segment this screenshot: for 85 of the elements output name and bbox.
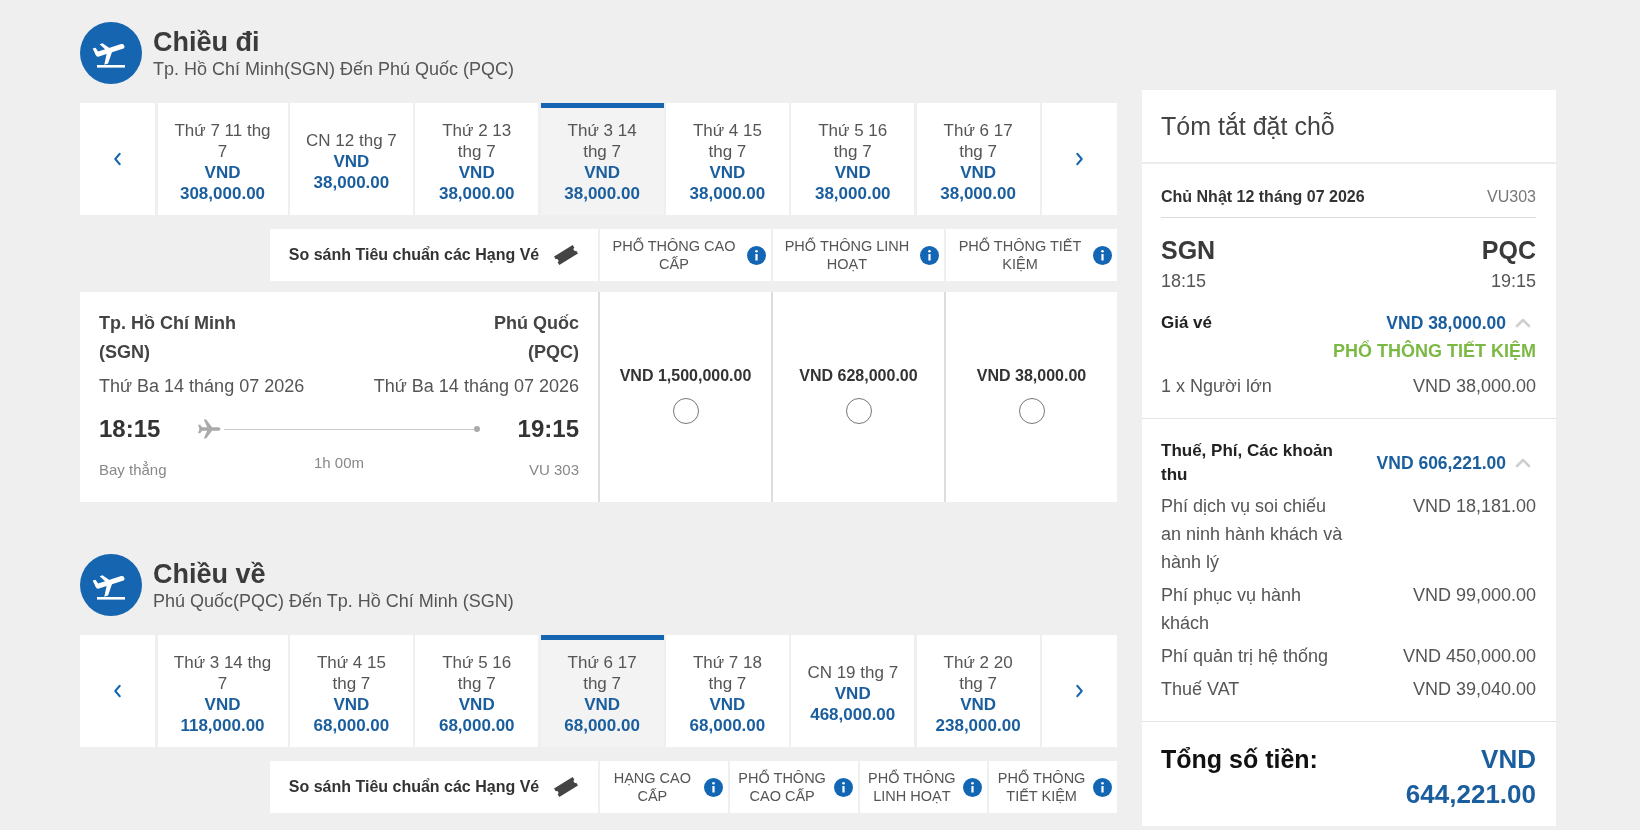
fare-class-label: PHỔ THÔNG LINH HOẠT: [867, 769, 957, 805]
date-tab[interactable]: Thứ 7 11 thg 7 VND 308,000.00: [157, 103, 288, 215]
departure-time: 18:15: [1161, 270, 1207, 292]
info-icon[interactable]: [1093, 777, 1112, 797]
airplane-icon: [197, 419, 222, 439]
destination-city: Phú Quốc: [494, 312, 579, 335]
radio-button[interactable]: [845, 398, 872, 424]
departure-date: Thứ Ba 14 tháng 07 2026: [99, 375, 305, 398]
date-tab[interactable]: Thứ 5 16 thg 7 VND 68,000.00: [415, 635, 539, 747]
date-tab[interactable]: CN 19 thg 7 VND 468,000.00: [791, 635, 915, 747]
arrival-time: 19:15: [1490, 270, 1536, 292]
date-tab[interactable]: Thứ 6 17 thg 7 VND 68,000.00: [540, 635, 664, 747]
date-tab[interactable]: Thứ 3 14 thg 7 VND 118,000.00: [157, 635, 288, 747]
radio-button[interactable]: [1018, 398, 1045, 424]
ticket-icon: [553, 244, 580, 266]
fare-class-label: PHỔ THÔNG LINH HOẠT: [783, 237, 911, 273]
departure-time: 18:15: [99, 414, 161, 444]
date-tab[interactable]: Thứ 4 15 thg 7 VND 38,000.00: [666, 103, 789, 215]
section-title: Chiều đi: [153, 26, 261, 58]
fee-amount: VND 99,000.00: [1412, 584, 1536, 607]
flight-number: VU303: [1487, 187, 1536, 207]
airplane-icon: [80, 22, 142, 84]
summary-title: Tóm tắt đặt chỗ: [1161, 111, 1335, 141]
fare-price: VND 1,500,000.00: [619, 366, 752, 386]
destination-code: (PQC): [527, 341, 579, 364]
chevron-left-icon: [113, 684, 122, 698]
fare-class-label: HẠNG CAO CẤP: [612, 769, 693, 805]
fee-label: Phí phục vụ hành khách: [1161, 584, 1303, 635]
destination-code: PQC: [1481, 235, 1536, 265]
arrival-date: Thứ Ba 14 tháng 07 2026: [373, 375, 579, 398]
route-subtitle: Tp. Hồ Chí Minh(SGN) Đến Phú Quốc (PQC): [153, 58, 515, 80]
date-tab[interactable]: Thứ 5 16 thg 7 VND 38,000.00: [791, 103, 915, 215]
fare-price: VND 38,000.00: [976, 366, 1087, 386]
date-tab[interactable]: Thứ 3 14 thg 7 VND 38,000.00: [540, 103, 664, 215]
fee-amount: VND 39,040.00: [1412, 678, 1536, 701]
origin-code: (SGN): [99, 341, 151, 364]
info-icon[interactable]: [703, 777, 723, 797]
duration-label: 1h 00m: [313, 453, 364, 473]
total-currency: VND: [1480, 743, 1536, 776]
date-tab[interactable]: Thứ 6 17 thg 7 VND 38,000.00: [916, 103, 1040, 215]
chevron-left-icon: [113, 152, 122, 166]
compare-label: So sánh Tiêu chuẩn các Hạng Vé: [288, 778, 540, 796]
radio-button[interactable]: [672, 398, 699, 424]
date-tab[interactable]: CN 12 thg 7 VND 38,000.00: [290, 103, 413, 215]
info-icon[interactable]: [747, 245, 766, 265]
fee-amount: VND 450,000.00: [1402, 645, 1536, 668]
airplane-icon: [80, 554, 142, 616]
date-tab[interactable]: Thứ 7 18 thg 7 VND 68,000.00: [666, 635, 789, 747]
compare-label: So sánh Tiêu chuẩn các Hạng Vé: [288, 246, 540, 264]
fee-amount: VND 18,181.00: [1412, 495, 1536, 518]
fare-class-label: PHỔ THÔNG CAO CẤP: [611, 237, 737, 273]
origin-code: SGN: [1161, 235, 1216, 265]
fare-label: Giá vé: [1161, 312, 1213, 334]
info-icon[interactable]: [1093, 245, 1112, 265]
passenger-label: 1 x Người lớn: [1161, 375, 1272, 398]
flight-number: VU 303: [528, 460, 579, 480]
passenger-amount: VND 38,000.00: [1412, 375, 1536, 398]
taxes-amount: VND 606,221.00: [1376, 452, 1506, 475]
flight-date: Chủ Nhật 12 tháng 07 2026: [1161, 187, 1365, 207]
chevron-right-icon: [1075, 684, 1084, 698]
fare-class: PHỔ THÔNG TIẾT KIỆM: [1332, 339, 1536, 363]
date-tab[interactable]: Thứ 2 20 thg 7 VND 238,000.00: [916, 635, 1040, 747]
info-icon[interactable]: [833, 777, 853, 797]
fare-amount: VND 38,000.00: [1386, 312, 1506, 335]
fee-label: Phí quản trị hệ thống: [1161, 645, 1330, 668]
origin-city: Tp. Hồ Chí Minh: [99, 312, 236, 335]
info-icon[interactable]: [920, 245, 939, 265]
total-amount: 644,221.00: [1405, 778, 1536, 811]
total-label: Tổng số tiền:: [1161, 744, 1318, 775]
stops-label: Bay thẳng: [99, 460, 167, 480]
date-tab[interactable]: Thứ 4 15 thg 7 VND 68,000.00: [290, 635, 413, 747]
section-title: Chiều về: [153, 558, 267, 590]
fee-label: Phí dịch vụ soi chiếu an ninh hành khách và hành lý: [1161, 495, 1344, 574]
fare-class-label: PHỔ THÔNG TIẾT KIỆM: [957, 237, 1083, 273]
route-subtitle: Phú Quốc(PQC) Đến Tp. Hồ Chí Minh (SGN): [153, 590, 514, 612]
fare-price: VND 628,000.00: [799, 366, 918, 386]
info-icon[interactable]: [963, 777, 983, 797]
fare-class-label: PHỔ THÔNG TIẾT KIỆM: [996, 769, 1087, 805]
arrival-time: 19:15: [517, 414, 579, 444]
fare-class-label: PHỔ THÔNG CAO CẤP: [737, 769, 827, 805]
ticket-icon: [553, 776, 580, 798]
chevron-right-icon: [1075, 152, 1084, 166]
fee-label: Thuế VAT: [1161, 678, 1241, 701]
date-tab[interactable]: Thứ 2 13 thg 7 VND 38,000.00: [415, 103, 539, 215]
taxes-label: Thuế, Phí, Các khoản thu: [1161, 440, 1334, 486]
